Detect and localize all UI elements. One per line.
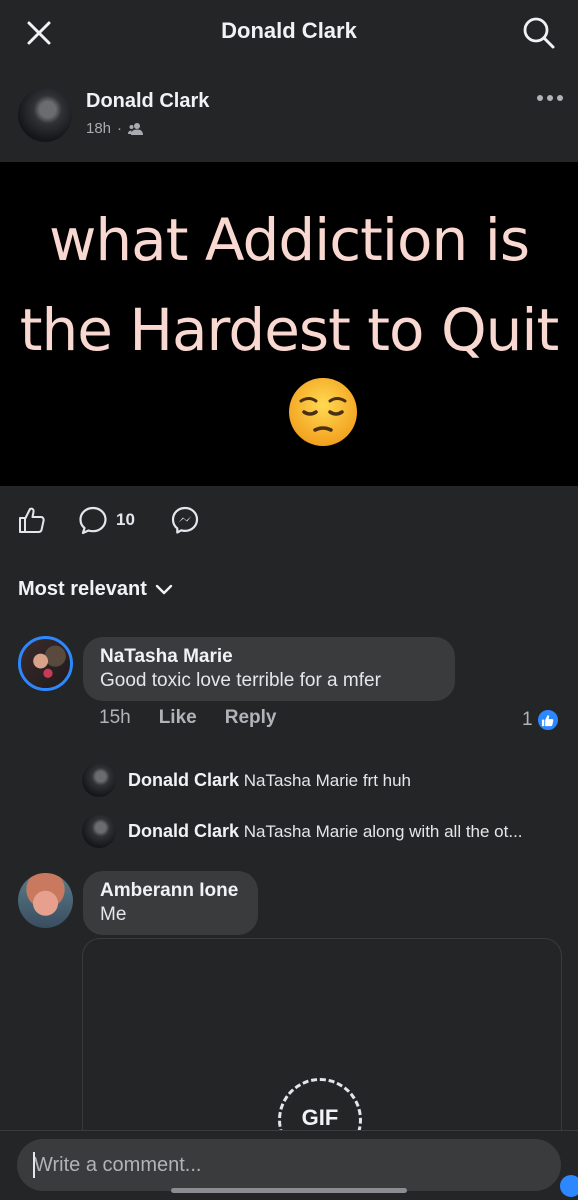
gif-label: GIF (301, 1105, 339, 1130)
comment-reply-button[interactable]: Reply (225, 707, 277, 729)
comment-reaction-summary[interactable]: 1 (522, 708, 560, 732)
comment-bubble[interactable]: NaTasha Marie Good toxic love terrible f… (83, 637, 455, 701)
comment-text: Good toxic love terrible for a mfer (100, 670, 381, 691)
send-messenger-button[interactable] (170, 504, 200, 536)
comment-button[interactable]: 10 (78, 504, 135, 536)
friends-icon (128, 122, 144, 135)
comment-count: 10 (116, 510, 135, 529)
post-image-text-line1: what Addiction is (48, 206, 530, 274)
reply-item[interactable]: Donald Clark NaTasha Marie along with al… (82, 814, 562, 848)
chevron-down-icon (155, 584, 173, 594)
comment-time: 15h (99, 707, 131, 728)
reply-avatar[interactable] (82, 814, 116, 848)
comment-actions: 15h Like Reply (99, 707, 276, 729)
post-image[interactable]: what Addiction is the Hardest to Quit (0, 162, 578, 486)
commenter-avatar[interactable] (18, 636, 73, 691)
text-caret (33, 1152, 35, 1178)
sort-label: Most relevant (18, 578, 147, 600)
floating-badge-icon[interactable] (560, 1175, 578, 1197)
post-image-text-line2: the Hardest to Quit (19, 296, 559, 364)
comment-bubble[interactable]: Amberann Ione Me (83, 871, 258, 935)
comment-input[interactable] (17, 1139, 561, 1191)
reaction-count: 1 (522, 709, 533, 730)
post-time[interactable]: 18h (86, 120, 111, 137)
post-more-button[interactable] (533, 88, 567, 108)
post-meta: 18h · (86, 120, 144, 137)
commenter-avatar[interactable] (18, 873, 73, 928)
comment-like-button[interactable]: Like (159, 707, 197, 729)
reply-author[interactable]: Donald Clark (128, 770, 239, 790)
more-icon (537, 95, 563, 101)
meta-separator: · (117, 120, 123, 137)
comment-text: Me (100, 904, 127, 925)
page-title: Donald Clark (221, 18, 357, 43)
reply-text: NaTasha Marie frt huh (243, 770, 412, 790)
thumbs-up-icon (19, 507, 45, 533)
search-icon (523, 17, 555, 49)
like-button[interactable] (16, 504, 48, 536)
messenger-icon (171, 506, 199, 534)
like-reaction-icon (535, 708, 560, 732)
home-indicator (171, 1188, 407, 1193)
commenter-name[interactable]: Amberann Ione (100, 880, 240, 902)
comment-sort-dropdown[interactable]: Most relevant (18, 578, 173, 601)
reply-text: NaTasha Marie along with all the ot... (243, 821, 523, 841)
search-button[interactable] (516, 12, 562, 54)
comment-icon (79, 506, 107, 535)
reply-avatar[interactable] (82, 763, 116, 797)
post-author-avatar[interactable] (18, 88, 72, 142)
reply-item[interactable]: Donald Clark NaTasha Marie frt huh (82, 763, 562, 797)
pensive-face-emoji (289, 378, 357, 446)
commenter-name[interactable]: NaTasha Marie (100, 646, 437, 668)
reply-author[interactable]: Donald Clark (128, 821, 239, 841)
post-author-name[interactable]: Donald Clark (86, 90, 209, 113)
